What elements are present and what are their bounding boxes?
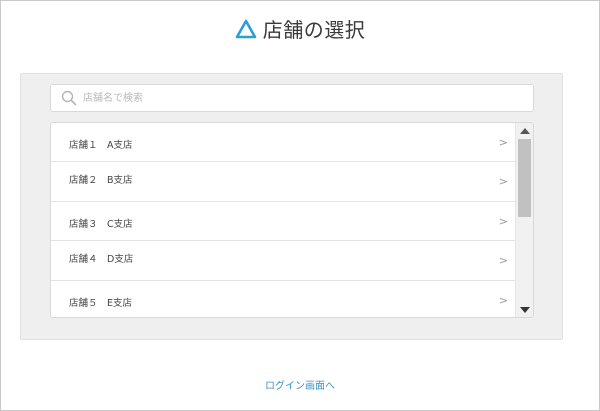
search-icon (61, 90, 77, 106)
list-item[interactable]: 店舗１ A支店 > (51, 123, 516, 163)
chevron-right-icon: > (498, 254, 508, 268)
page-title: 店舗の選択 (262, 18, 366, 42)
list-item[interactable]: 店舗３ C支店 > (51, 202, 516, 242)
store-list[interactable]: 店舗１ A支店 > 店舗２ B支店 > 店舗３ C支店 > 店舗４ D支店 > … (50, 122, 534, 318)
store-list-items: 店舗１ A支店 > 店舗２ B支店 > 店舗３ C支店 > 店舗４ D支店 > … (51, 123, 516, 317)
store-label: 店舗４ D支店 (69, 254, 134, 266)
list-item[interactable]: 店舗５ E支店 > (51, 281, 516, 317)
store-label: 店舗２ B支店 (69, 175, 133, 187)
scroll-up-arrow-icon[interactable] (520, 128, 530, 134)
store-label: 店舗５ E支店 (69, 297, 133, 309)
triangle-logo-icon (235, 19, 257, 38)
scrollbar-thumb[interactable] (518, 139, 531, 217)
chevron-right-icon: > (498, 136, 508, 149)
page-header: 店舗の選択 (0, 14, 600, 43)
list-item[interactable]: 店舗２ B支店 > (51, 162, 516, 202)
scroll-down-arrow-icon[interactable] (520, 307, 530, 313)
search-input[interactable] (83, 87, 503, 109)
search-box (50, 84, 534, 112)
chevron-right-icon: > (498, 214, 508, 228)
store-selection-panel: 店舗１ A支店 > 店舗２ B支店 > 店舗３ C支店 > 店舗４ D支店 > … (20, 73, 563, 340)
login-screen-link[interactable]: ログイン画面へ (0, 377, 600, 392)
store-label: 店舗１ A支店 (69, 140, 133, 151)
chevron-right-icon: > (498, 293, 508, 307)
store-label: 店舗３ C支店 (69, 218, 133, 230)
scrollbar[interactable] (515, 123, 533, 317)
chevron-right-icon: > (498, 175, 508, 189)
list-item[interactable]: 店舗４ D支店 > (51, 241, 516, 281)
